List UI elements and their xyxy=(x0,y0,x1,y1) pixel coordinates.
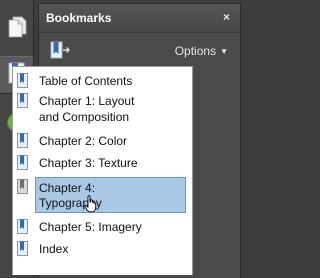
bookmark-icon xyxy=(17,179,28,194)
bookmark-label: Chapter 3: Texture xyxy=(39,156,138,170)
bookmark-icon xyxy=(17,93,28,108)
bookmark-item[interactable]: Table of Contents xyxy=(13,71,191,91)
bookmark-label: Chapter 2: Color xyxy=(39,134,128,148)
pages-button[interactable] xyxy=(4,14,29,39)
options-label: Options xyxy=(174,44,217,58)
hand-cursor-icon xyxy=(84,195,97,213)
bookmark-label: Index xyxy=(39,242,69,256)
bookmark-item[interactable]: Chapter 1: Layout and Composition xyxy=(13,91,191,127)
bookmark-icon xyxy=(17,155,28,170)
bookmark-item[interactable]: Chapter 5: Imagery xyxy=(13,217,191,237)
new-bookmark-icon[interactable] xyxy=(49,41,71,61)
bookmark-list: Table of Contents Chapter 1: Layout and … xyxy=(12,66,193,275)
bookmark-label: Chapter 1: Layout xyxy=(39,94,135,108)
bookmark-item[interactable]: Chapter 2: Color xyxy=(13,131,191,151)
bookmark-label: Chapter 5: Imagery xyxy=(39,220,142,234)
options-menu[interactable]: Options ▼ xyxy=(175,44,228,58)
bookmark-icon xyxy=(17,73,28,88)
bookmark-icon xyxy=(17,219,28,234)
panel-title: Bookmarks xyxy=(46,11,112,25)
bookmark-icon xyxy=(17,133,28,148)
pages-icon xyxy=(8,16,27,38)
panel-titlebar: Bookmarks × xyxy=(39,4,240,33)
bookmark-item[interactable]: Index xyxy=(13,239,191,259)
close-panel-button[interactable]: × xyxy=(223,10,230,24)
bookmark-label-continued: and Composition xyxy=(39,110,130,124)
bookmark-icon xyxy=(17,241,28,256)
bookmark-item[interactable]: Chapter 3: Texture xyxy=(13,153,191,173)
caret-down-icon: ▼ xyxy=(220,47,228,56)
bookmark-label: Chapter 4: xyxy=(39,181,96,195)
bookmark-item-selected[interactable]: Chapter 4: Typography xyxy=(13,177,191,213)
bookmark-label: Table of Contents xyxy=(39,74,133,88)
